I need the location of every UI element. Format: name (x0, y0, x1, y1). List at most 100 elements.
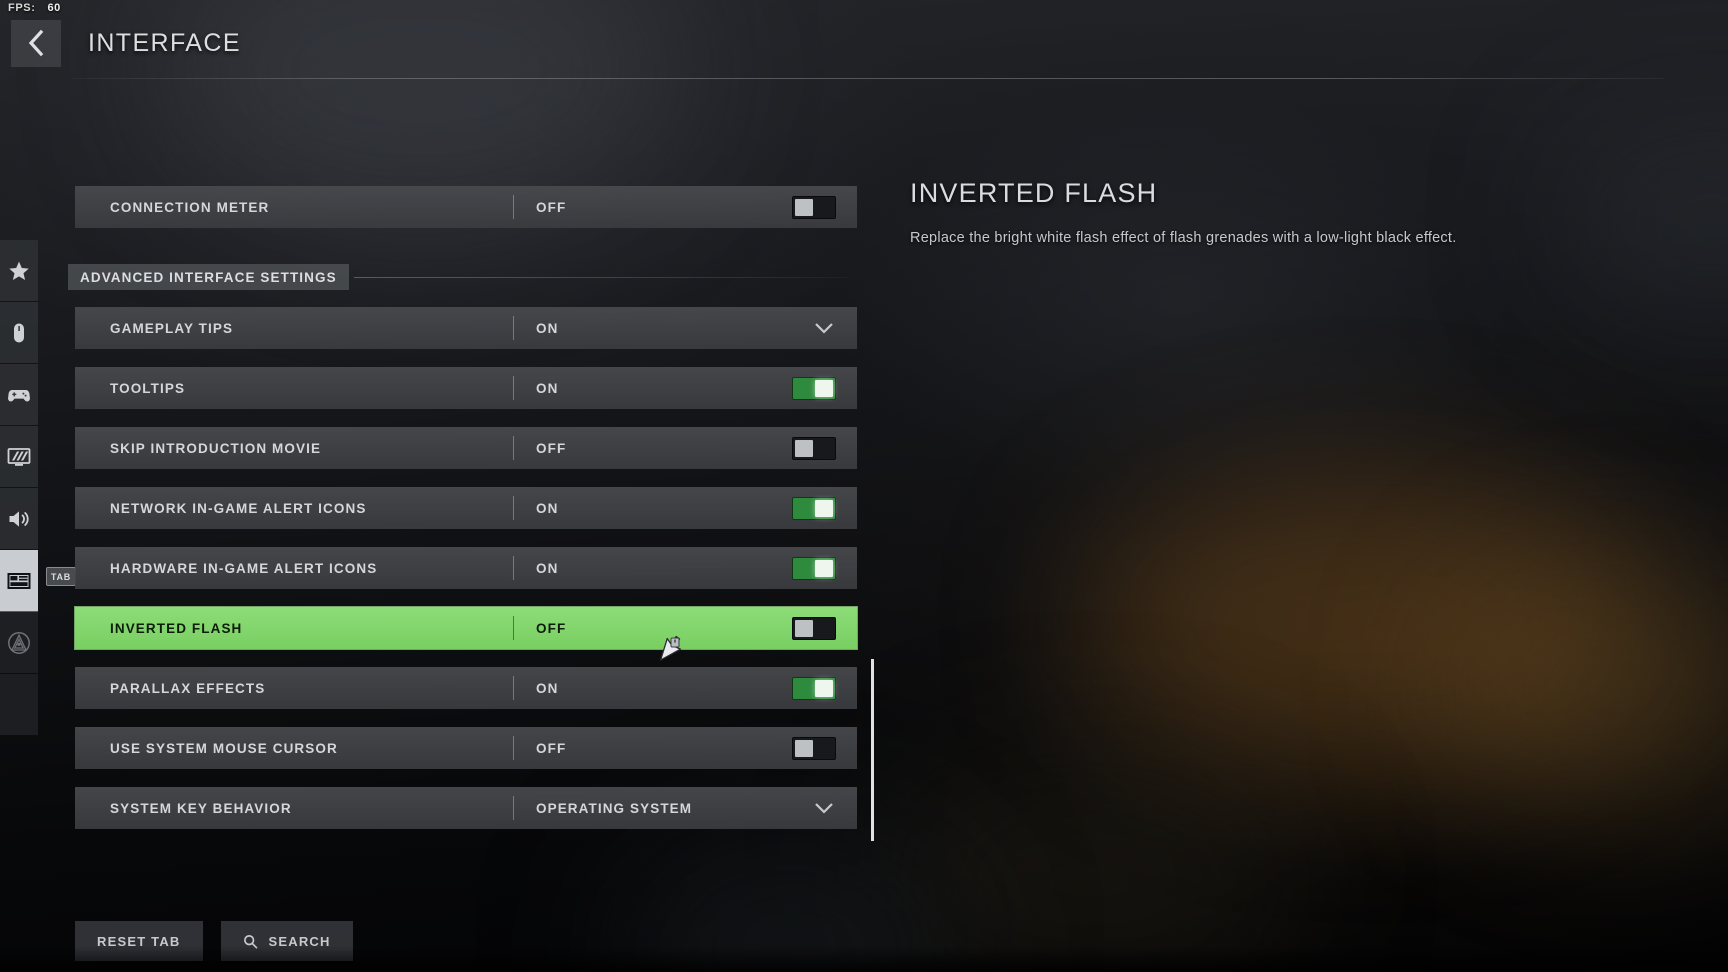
page-title: INTERFACE (88, 28, 241, 57)
toggle-knob (815, 680, 833, 697)
setting-value: OFF (536, 620, 567, 636)
setting-label: TOOLTIPS (110, 380, 186, 396)
chevron-left-icon (28, 29, 43, 57)
toggle-knob (815, 500, 833, 517)
setting-value: ON (536, 680, 559, 696)
sidebar-item-interface[interactable]: TAB (0, 550, 76, 612)
setting-label: PARALLAX EFFECTS (110, 680, 266, 696)
setting-row-system-key-behavior[interactable]: SYSTEM KEY BEHAVIOR OPERATING SYSTEM (75, 787, 857, 829)
setting-label: SYSTEM KEY BEHAVIOR (110, 800, 292, 816)
toggle-use-system-mouse-cursor[interactable] (792, 737, 836, 760)
back-button[interactable] (11, 19, 61, 67)
toggle-skip-introduction-movie[interactable] (792, 437, 836, 460)
toggle-inverted-flash[interactable] (792, 617, 836, 640)
setting-value: ON (536, 500, 559, 516)
sidebar-item-extra[interactable] (0, 674, 38, 736)
category-sidebar: TAB (0, 240, 76, 736)
settings-list: CONNECTION METER OFF ADVANCED INTERFACE … (68, 186, 857, 847)
setting-row-use-system-mouse-cursor[interactable]: USE SYSTEM MOUSE CURSOR OFF (75, 727, 857, 769)
fps-value: 60 (47, 2, 61, 14)
toggle-network-alert-icons[interactable] (792, 497, 836, 520)
toggle-knob (795, 199, 813, 216)
toggle-tooltips[interactable] (792, 377, 836, 400)
setting-label: INVERTED FLASH (110, 620, 243, 636)
account-icon (8, 631, 30, 654)
toggle-knob (815, 560, 833, 577)
setting-row-parallax-effects[interactable]: PARALLAX EFFECTS ON (75, 667, 857, 709)
setting-label: GAMEPLAY TIPS (110, 320, 234, 336)
sidebar-item-favorites[interactable] (0, 240, 38, 302)
row-divider (513, 376, 514, 400)
mouse-icon (14, 323, 24, 342)
sidebar-item-account[interactable] (0, 612, 38, 674)
background-glow (1080, 470, 1640, 770)
setting-label: SKIP INTRODUCTION MOVIE (110, 440, 322, 456)
setting-value: OFF (536, 199, 567, 215)
toggle-knob (815, 380, 833, 397)
background-glow (880, 760, 1300, 972)
header-divider (72, 78, 1664, 79)
row-divider (513, 676, 514, 700)
sidebar-item-graphics[interactable] (0, 426, 38, 488)
tab-keybind-hint: TAB (46, 567, 76, 586)
row-divider (513, 316, 514, 340)
search-label: SEARCH (268, 933, 331, 949)
row-divider (513, 496, 514, 520)
row-divider (513, 195, 514, 219)
magnifier-icon (243, 934, 257, 949)
setting-value: ON (536, 320, 559, 336)
setting-row-skip-introduction-movie[interactable]: SKIP INTRODUCTION MOVIE OFF (75, 427, 857, 469)
detail-title: INVERTED FLASH (910, 178, 1158, 208)
search-button[interactable]: SEARCH (220, 921, 353, 961)
toggle-knob (795, 740, 813, 757)
row-divider (513, 796, 514, 820)
fps-label: FPS: (8, 2, 36, 14)
toggle-connection-meter[interactable] (792, 196, 836, 219)
sidebar-item-audio[interactable] (0, 488, 38, 550)
setting-value: OFF (536, 440, 567, 456)
background-glow (1440, 560, 1728, 820)
reset-tab-label: RESET TAB (97, 933, 181, 949)
list-scrollbar[interactable] (871, 659, 874, 841)
section-header-advanced: ADVANCED INTERFACE SETTINGS (68, 264, 857, 290)
speaker-icon (9, 510, 29, 527)
section-rule (353, 276, 849, 278)
detail-panel: INVERTED FLASH Replace the bright white … (910, 178, 1650, 249)
monitor-icon (7, 447, 31, 466)
sidebar-item-controller[interactable] (0, 364, 38, 426)
setting-row-connection-meter[interactable]: CONNECTION METER OFF (75, 186, 857, 228)
setting-label: NETWORK IN-GAME ALERT ICONS (110, 500, 367, 516)
footer-actions: RESET TAB SEARCH (75, 921, 353, 961)
gamepad-icon (8, 389, 30, 401)
settings-screen: FPS: 60 INTERFACE TAB CONNECTION METER O… (0, 0, 1728, 972)
row-divider (513, 616, 514, 640)
row-divider (513, 556, 514, 580)
background-glow (620, 840, 960, 972)
interface-icon (7, 572, 31, 589)
section-title: ADVANCED INTERFACE SETTINGS (68, 264, 349, 290)
sidebar-item-mouse-keyboard[interactable] (0, 302, 38, 364)
page-header: INTERFACE (0, 18, 1728, 68)
setting-value: ON (536, 560, 559, 576)
chevron-down-icon[interactable] (813, 319, 835, 337)
toggle-hardware-alert-icons[interactable] (792, 557, 836, 580)
chevron-down-icon[interactable] (813, 799, 835, 817)
setting-value: ON (536, 380, 559, 396)
reset-tab-button[interactable]: RESET TAB (75, 921, 203, 961)
setting-label: USE SYSTEM MOUSE CURSOR (110, 740, 338, 756)
toggle-knob (795, 620, 813, 637)
setting-value: OPERATING SYSTEM (536, 800, 693, 816)
fps-counter: FPS: 60 (8, 2, 61, 14)
setting-row-gameplay-tips[interactable]: GAMEPLAY TIPS ON (75, 307, 857, 349)
toggle-knob (795, 440, 813, 457)
star-icon (9, 261, 29, 280)
row-divider (513, 436, 514, 460)
setting-row-inverted-flash[interactable]: INVERTED FLASH OFF (75, 607, 857, 649)
toggle-parallax-effects[interactable] (792, 677, 836, 700)
setting-label: HARDWARE IN-GAME ALERT ICONS (110, 560, 378, 576)
detail-description: Replace the bright white flash effect of… (910, 230, 1457, 246)
setting-label: CONNECTION METER (110, 199, 270, 215)
setting-row-network-alert-icons[interactable]: NETWORK IN-GAME ALERT ICONS ON (75, 487, 857, 529)
setting-row-hardware-alert-icons[interactable]: HARDWARE IN-GAME ALERT ICONS ON (75, 547, 857, 589)
setting-row-tooltips[interactable]: TOOLTIPS ON (75, 367, 857, 409)
